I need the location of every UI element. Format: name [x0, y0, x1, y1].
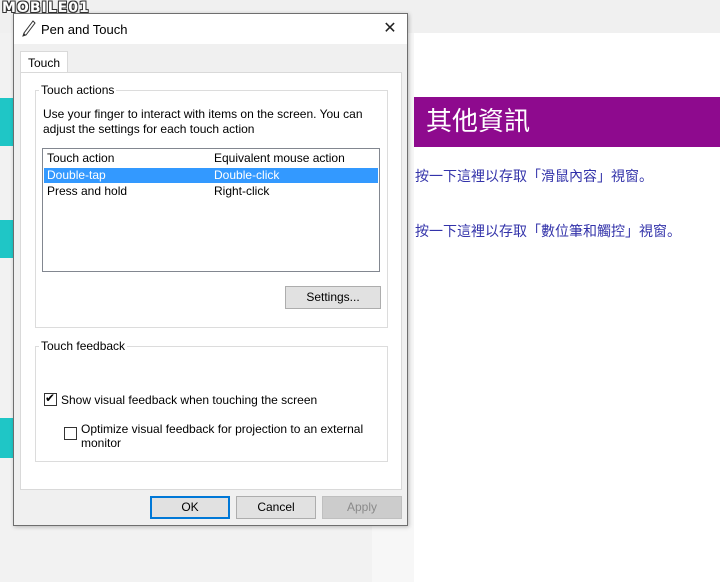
optimize-feedback-checkbox[interactable]	[64, 427, 77, 440]
accent-strip	[0, 98, 14, 146]
optimize-feedback-label-line2[interactable]: monitor	[81, 436, 121, 450]
touch-action-cell: Double-tap	[47, 168, 106, 182]
mouse-properties-link[interactable]: 按一下這裡以存取「滑鼠內容」視窗。	[415, 166, 653, 186]
touch-feedback-legend: Touch feedback	[39, 339, 128, 353]
settings-button[interactable]: Settings...	[285, 286, 381, 309]
mouse-action-cell: Right-click	[214, 184, 270, 198]
apply-button[interactable]: Apply	[322, 496, 402, 519]
touch-tab-panel: Touch actions Use your finger to interac…	[20, 72, 402, 490]
show-visual-feedback-checkbox[interactable]: ✔	[44, 391, 57, 406]
list-header: Touch action Equivalent mouse action	[44, 151, 378, 166]
accent-strip	[0, 418, 14, 458]
checkmark-icon: ✔	[45, 391, 56, 405]
pen-touch-link[interactable]: 按一下這裡以存取「數位筆和觸控」視窗。	[415, 221, 681, 241]
close-icon: ✕	[383, 20, 397, 37]
touch-actions-description-line1: Use your finger to interact with items o…	[43, 107, 363, 121]
list-item-press-and-hold[interactable]: Press and hold Right-click	[44, 184, 378, 199]
column-header-touch-action[interactable]: Touch action	[47, 151, 114, 166]
close-button[interactable]: ✕	[373, 14, 407, 44]
ok-button[interactable]: OK	[150, 496, 230, 519]
show-visual-feedback-label[interactable]: Show visual feedback when touching the s…	[61, 393, 317, 407]
tab-touch[interactable]: Touch	[20, 51, 68, 73]
mouse-action-cell: Double-click	[214, 168, 280, 182]
info-heading: 其他資訊	[414, 97, 720, 147]
optimize-feedback-label-line1[interactable]: Optimize visual feedback for projection …	[81, 422, 363, 436]
dialog-titlebar[interactable]: Pen and Touch ✕	[14, 14, 407, 44]
touch-action-cell: Press and hold	[47, 184, 128, 198]
accent-strip	[0, 220, 14, 258]
touch-actions-list[interactable]: Touch action Equivalent mouse action Dou…	[42, 148, 380, 272]
touch-actions-legend: Touch actions	[39, 83, 117, 97]
pen-icon	[21, 20, 37, 38]
column-header-mouse-action[interactable]: Equivalent mouse action	[214, 151, 345, 166]
list-item-double-tap[interactable]: Double-tap Double-click	[44, 168, 378, 183]
touch-actions-description-line2: adjust the settings for each touch actio…	[43, 122, 255, 136]
dialog-title: Pen and Touch	[41, 22, 128, 37]
cancel-button[interactable]: Cancel	[236, 496, 316, 519]
pen-and-touch-dialog: Pen and Touch ✕ Touch Touch actions Use …	[13, 13, 408, 526]
